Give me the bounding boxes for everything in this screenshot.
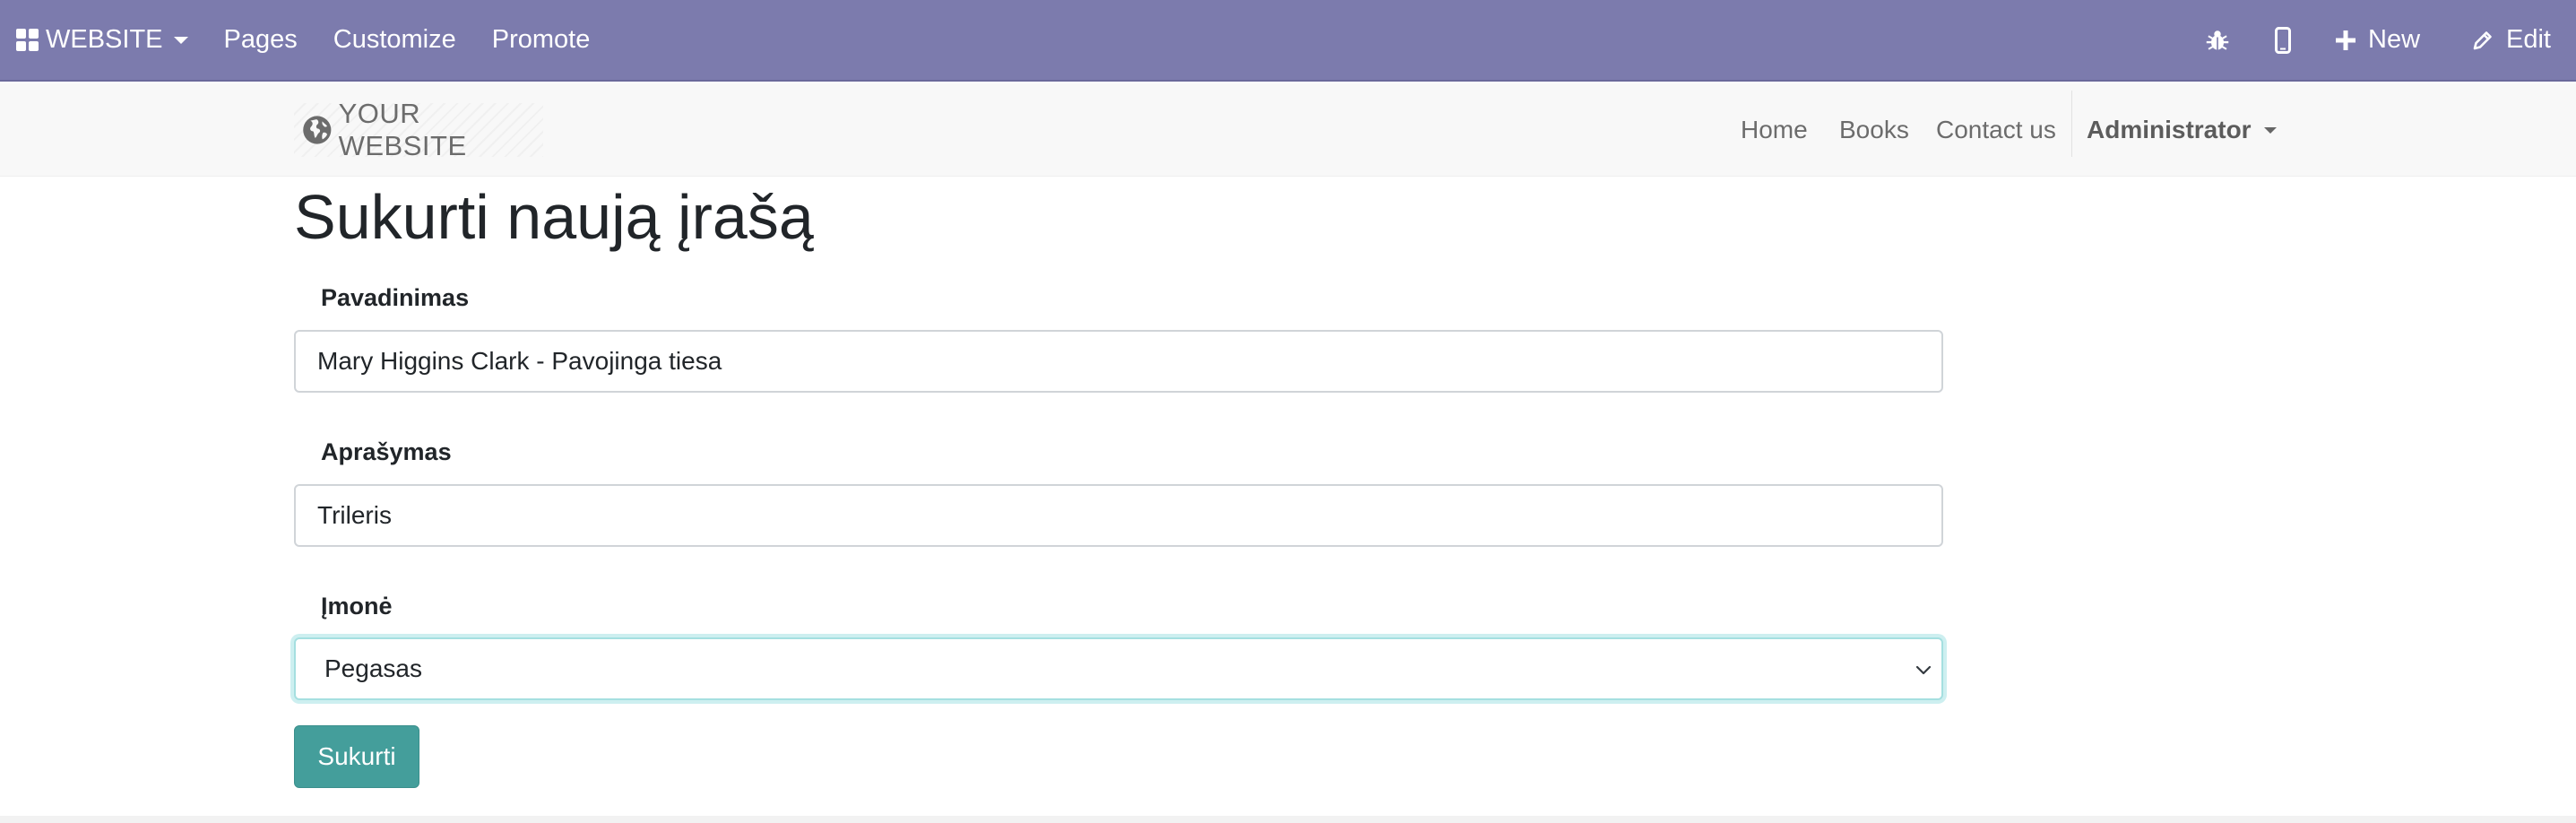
mobile-preview-icon[interactable] — [2275, 26, 2291, 54]
new-button[interactable]: New — [2336, 25, 2420, 55]
debug-bug-icon[interactable] — [2205, 28, 2230, 53]
nav-books[interactable]: Books — [1839, 83, 1909, 177]
apps-menu-button[interactable]: WEBSITE — [16, 0, 188, 80]
footer-edge — [0, 816, 2576, 823]
nav-home-label: Home — [1741, 116, 1808, 143]
company-field-label: Įmonė — [321, 593, 393, 619]
edit-button[interactable]: Edit — [2472, 25, 2551, 55]
description-input[interactable] — [294, 484, 1943, 547]
apps-grid-icon — [16, 29, 39, 51]
name-input[interactable] — [294, 330, 1943, 393]
chevron-down-icon — [173, 36, 188, 44]
nav-books-label: Books — [1839, 116, 1909, 143]
name-field-label: Pavadinimas — [321, 284, 470, 311]
nav-contact-us[interactable]: Contact us — [1936, 83, 2056, 177]
new-label: New — [2368, 25, 2421, 54]
menu-customize[interactable]: Customize — [333, 25, 456, 55]
admin-top-bar: WEBSITE Pages Customize Promote New Edit — [0, 0, 2576, 82]
nav-divider — [2071, 91, 2072, 157]
company-select[interactable]: Pegasas — [294, 637, 1943, 700]
edit-label: Edit — [2506, 25, 2551, 54]
nav-home[interactable]: Home — [1741, 83, 1808, 177]
plus-icon — [2336, 30, 2356, 50]
globe-icon — [303, 116, 332, 144]
chevron-down-icon — [2263, 126, 2277, 134]
chevron-down-icon — [1915, 665, 1932, 675]
description-field-label: Aprašymas — [321, 438, 452, 465]
nav-contact-label: Contact us — [1936, 116, 2056, 143]
topbar-tools: New Edit — [2205, 0, 2576, 80]
create-submit-button[interactable]: Sukurti — [294, 725, 419, 788]
pencil-icon — [2473, 30, 2492, 49]
page-title: Sukurti naują įrašą — [294, 182, 814, 252]
app-label: WEBSITE — [46, 25, 163, 54]
site-logo[interactable]: YOUR WEBSITE — [294, 98, 543, 161]
logo-text: YOUR WEBSITE — [338, 98, 467, 161]
company-selected-value: Pegasas — [324, 654, 422, 682]
menu-promote[interactable]: Promote — [492, 25, 591, 55]
website-header: YOUR WEBSITE Home Books Contact us Admin… — [0, 83, 2576, 177]
user-name: Administrator — [2087, 116, 2252, 143]
menu-pages[interactable]: Pages — [224, 25, 298, 55]
user-menu-button[interactable]: Administrator — [2087, 83, 2277, 177]
